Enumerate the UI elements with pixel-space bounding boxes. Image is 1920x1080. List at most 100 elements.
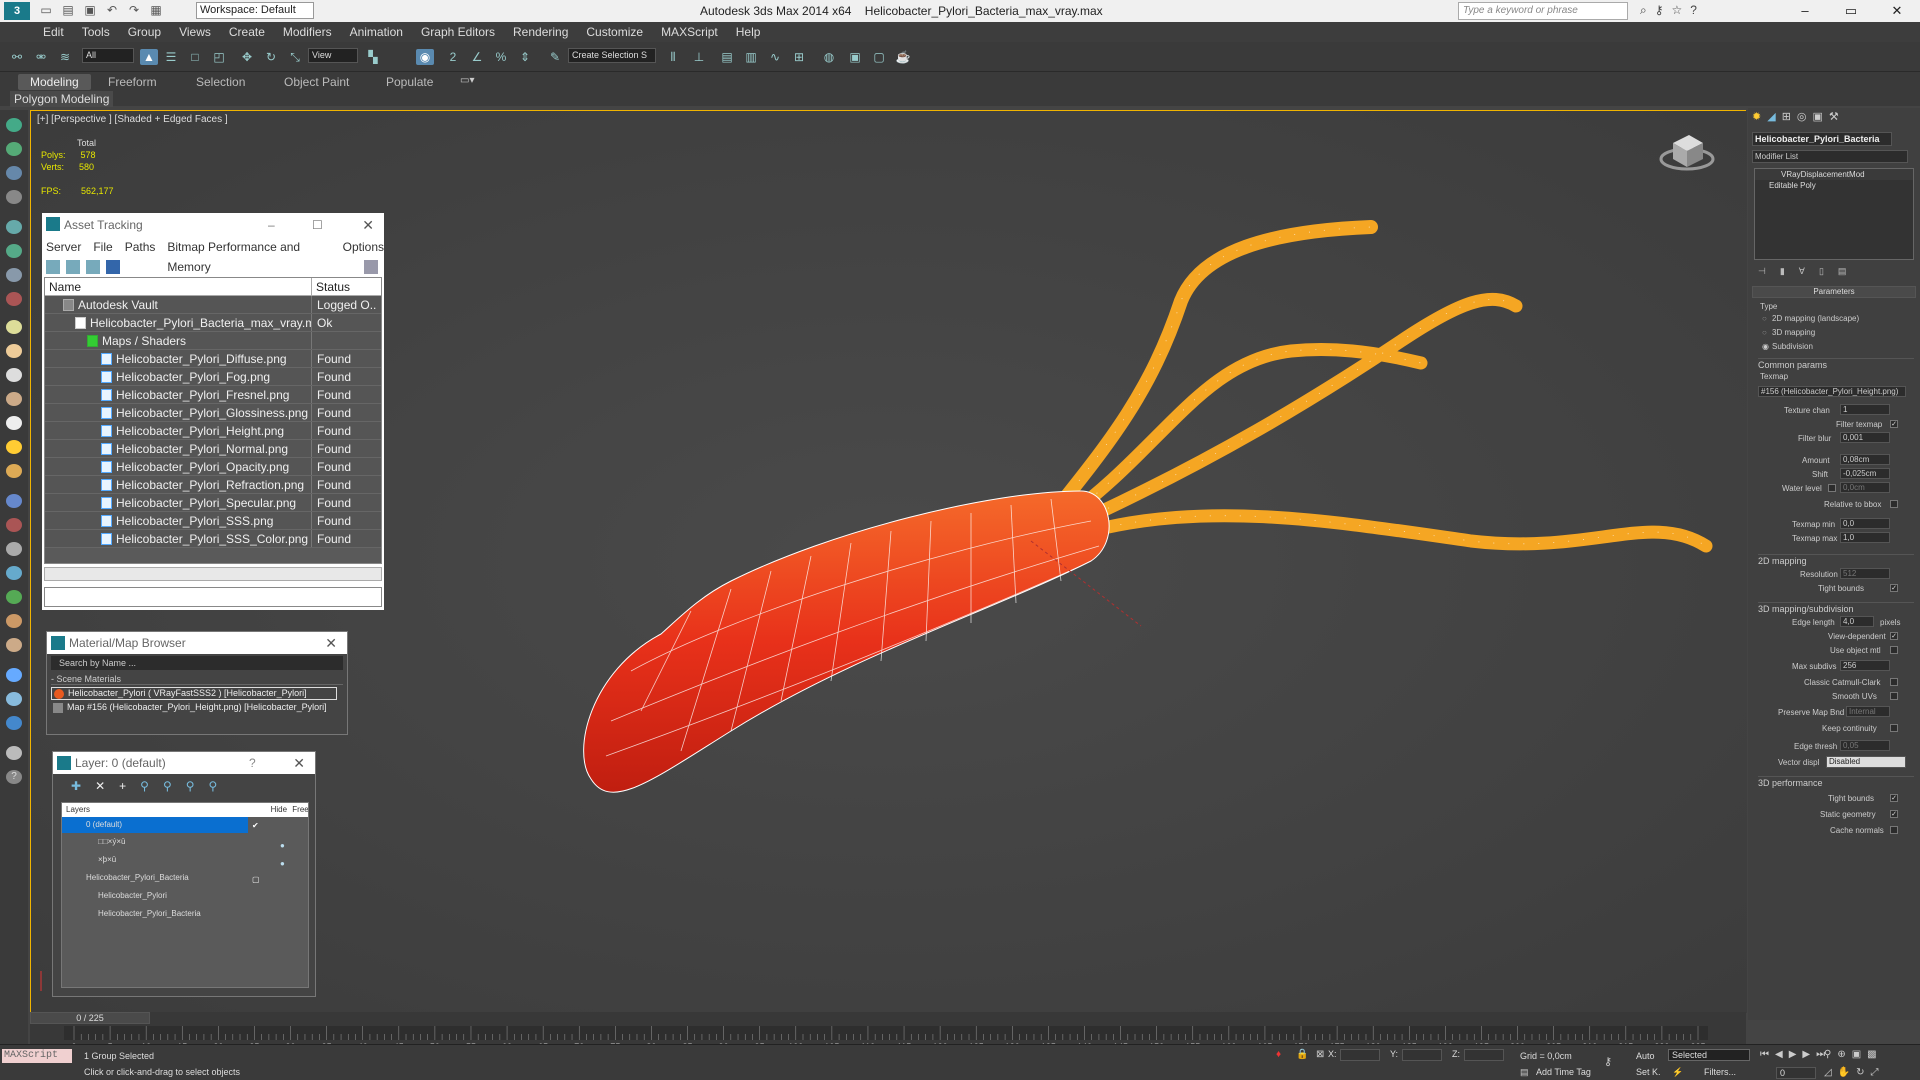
max-subdivs-input[interactable]: 256 bbox=[1840, 660, 1890, 671]
close-icon[interactable]: ✕ bbox=[362, 213, 374, 237]
layout-tab-icon[interactable] bbox=[6, 464, 22, 478]
help-icon[interactable] bbox=[364, 260, 378, 274]
texmap-max-input[interactable]: 1,0 bbox=[1840, 532, 1890, 543]
help-icon[interactable]: ? bbox=[6, 770, 22, 784]
add-to-layer-icon[interactable]: + bbox=[119, 774, 126, 798]
smooth-uvs-checkbox[interactable] bbox=[1890, 692, 1898, 700]
menu-rendering[interactable]: Rendering bbox=[504, 22, 577, 42]
freeze-all-icon[interactable]: ⚲ bbox=[209, 774, 218, 798]
schematic-view-icon[interactable]: ⊞ bbox=[790, 49, 808, 65]
checkbox-icon[interactable]: ▢ bbox=[252, 875, 260, 884]
previous-frame-icon[interactable]: ◀ bbox=[1775, 1049, 1783, 1060]
scene-materials-header[interactable]: - Scene Materials bbox=[51, 674, 343, 685]
table-row[interactable]: Helicobacter_Pylori_Normal.png Found bbox=[45, 440, 381, 458]
table-row[interactable]: Helicobacter_Pylori_Diffuse.png Found bbox=[45, 350, 381, 368]
maximize-icon[interactable]: ▭ bbox=[1828, 0, 1874, 22]
field-of-view-icon[interactable]: ◿ bbox=[1824, 1067, 1832, 1078]
add-time-tag[interactable]: Add Time Tag bbox=[1536, 1067, 1591, 1077]
tree-view-icon[interactable] bbox=[86, 260, 100, 274]
layer-row[interactable]: 0 (default) bbox=[62, 817, 248, 833]
radio-icon[interactable]: ○ bbox=[1762, 328, 1767, 337]
set-key-button[interactable]: Set K. bbox=[1636, 1067, 1661, 1077]
selection-filter-dropdown[interactable]: All bbox=[82, 48, 134, 63]
highlight-layer-icon[interactable]: ⚲ bbox=[163, 774, 172, 798]
layout-tab-icon[interactable] bbox=[6, 494, 22, 508]
render-setup-icon[interactable]: ▣ bbox=[846, 49, 864, 65]
layout-tab-icon[interactable] bbox=[6, 190, 22, 204]
x-coordinate-field[interactable] bbox=[1340, 1049, 1380, 1061]
show-end-result-icon[interactable]: ▮ bbox=[1780, 266, 1785, 277]
texmap-min-input[interactable]: 0,0 bbox=[1840, 518, 1890, 529]
layout-tab-icon[interactable] bbox=[6, 566, 22, 580]
select-by-name-icon[interactable]: ☰ bbox=[162, 49, 180, 65]
pin-stack-icon[interactable]: ⊣ bbox=[1758, 266, 1766, 277]
catmull-clark-checkbox[interactable] bbox=[1890, 678, 1898, 686]
new-file-icon[interactable]: ▭ bbox=[38, 3, 54, 19]
key-filters-icon[interactable]: ⚡ bbox=[1672, 1067, 1683, 1078]
y-coordinate-field[interactable] bbox=[1402, 1049, 1442, 1061]
maxscript-listener[interactable]: MAXScript bbox=[2, 1049, 72, 1063]
time-tag-icon[interactable]: ▤ bbox=[1520, 1067, 1529, 1078]
layer-row[interactable]: □□×ý×ū bbox=[62, 833, 308, 851]
key-icon[interactable]: ⚷ bbox=[1655, 3, 1664, 18]
layout-tab-icon[interactable] bbox=[6, 518, 22, 532]
layout-tab-icon[interactable] bbox=[6, 416, 22, 430]
link-icon[interactable]: ⚯ bbox=[8, 49, 26, 65]
column-freeze[interactable]: Free bbox=[292, 803, 308, 817]
column-status[interactable]: Status bbox=[312, 278, 378, 295]
reference-coordinate-dropdown[interactable]: View bbox=[308, 48, 358, 63]
dialog-title-bar[interactable]: Material/Map Browser ✕ bbox=[47, 632, 347, 654]
table-row[interactable]: Helicobacter_Pylori_SSS_Color.png Found bbox=[45, 530, 381, 548]
cache-normals-checkbox[interactable] bbox=[1890, 826, 1898, 834]
absolute-mode-icon[interactable]: ⊠ bbox=[1316, 1049, 1324, 1060]
modifier-item[interactable]: VRayDisplacementMod bbox=[1755, 169, 1913, 180]
tab-modeling[interactable]: Modeling bbox=[18, 74, 91, 90]
configure-sets-icon[interactable]: ▤ bbox=[1838, 266, 1847, 277]
radio-selected-icon[interactable]: ◉ bbox=[1762, 342, 1769, 351]
modify-tab-icon[interactable]: ◢ bbox=[1767, 110, 1775, 123]
menu-options[interactable]: Options bbox=[343, 237, 384, 257]
menu-file[interactable]: File bbox=[93, 237, 112, 257]
table-row[interactable]: Helicobacter_Pylori_Fog.png Found bbox=[45, 368, 381, 386]
table-row[interactable]: Helicobacter_Pylori_Opacity.png Found bbox=[45, 458, 381, 476]
z-coordinate-field[interactable] bbox=[1464, 1049, 1504, 1061]
keep-continuity-checkbox[interactable] bbox=[1890, 724, 1898, 732]
object-name-field[interactable]: Helicobacter_Pylori_Bacteria bbox=[1752, 132, 1892, 146]
select-object-icon[interactable]: ▲ bbox=[140, 49, 158, 65]
menu-views[interactable]: Views bbox=[170, 22, 220, 42]
layout-tab-icon[interactable] bbox=[6, 716, 22, 730]
search-input[interactable]: Search by Name ... bbox=[51, 656, 343, 670]
display-tab-icon[interactable]: ▣ bbox=[1813, 110, 1823, 123]
select-manipulate-icon[interactable]: ◉ bbox=[416, 49, 434, 65]
undo-icon[interactable]: ↶ bbox=[104, 3, 120, 19]
column-layers[interactable]: Layers bbox=[62, 803, 271, 817]
amount-input[interactable]: 0,08cm bbox=[1840, 454, 1890, 465]
menu-server[interactable]: Server bbox=[46, 237, 81, 257]
layout-tab-icon[interactable] bbox=[6, 142, 22, 156]
vector-displ-dropdown[interactable]: Disabled bbox=[1826, 756, 1906, 768]
edge-thresh-input[interactable]: 0,05 bbox=[1840, 740, 1890, 751]
preserve-map-bnd-dropdown[interactable]: Internal bbox=[1846, 706, 1890, 717]
menu-bitmap-performance[interactable]: Bitmap Performance and Memory bbox=[167, 237, 330, 274]
shift-input[interactable]: -0,025cm bbox=[1840, 468, 1890, 479]
tight-bounds-checkbox[interactable]: ✓ bbox=[1890, 794, 1898, 802]
tab-populate[interactable]: Populate bbox=[374, 74, 445, 90]
layout-tab-icon[interactable] bbox=[6, 746, 22, 760]
motion-tab-icon[interactable]: ◎ bbox=[1797, 110, 1807, 123]
minimize-icon[interactable]: – bbox=[1782, 0, 1828, 22]
tab-selection[interactable]: Selection bbox=[184, 74, 257, 90]
percent-snap-icon[interactable]: % bbox=[492, 49, 510, 65]
layout-tab-icon[interactable] bbox=[6, 542, 22, 556]
next-frame-icon[interactable]: ▶ bbox=[1802, 1049, 1810, 1060]
resolution-input[interactable]: 512 bbox=[1840, 568, 1890, 579]
table-view-icon[interactable] bbox=[106, 260, 120, 274]
layout-tab-icon[interactable] bbox=[6, 244, 22, 258]
save-icon[interactable]: ▣ bbox=[82, 3, 98, 19]
dialog-title-bar[interactable]: Layer: 0 (default) ? ✕ bbox=[53, 752, 315, 774]
view-dependent-checkbox[interactable]: ✓ bbox=[1890, 632, 1898, 640]
search-input[interactable]: Type a keyword or phrase bbox=[1458, 2, 1628, 20]
delete-layer-icon[interactable]: ✕ bbox=[95, 774, 105, 798]
parameters-rollout[interactable]: Parameters bbox=[1752, 286, 1916, 298]
bind-spacewarp-icon[interactable]: ≋ bbox=[56, 49, 74, 65]
snap-toggle-icon[interactable]: 2 bbox=[444, 49, 462, 65]
